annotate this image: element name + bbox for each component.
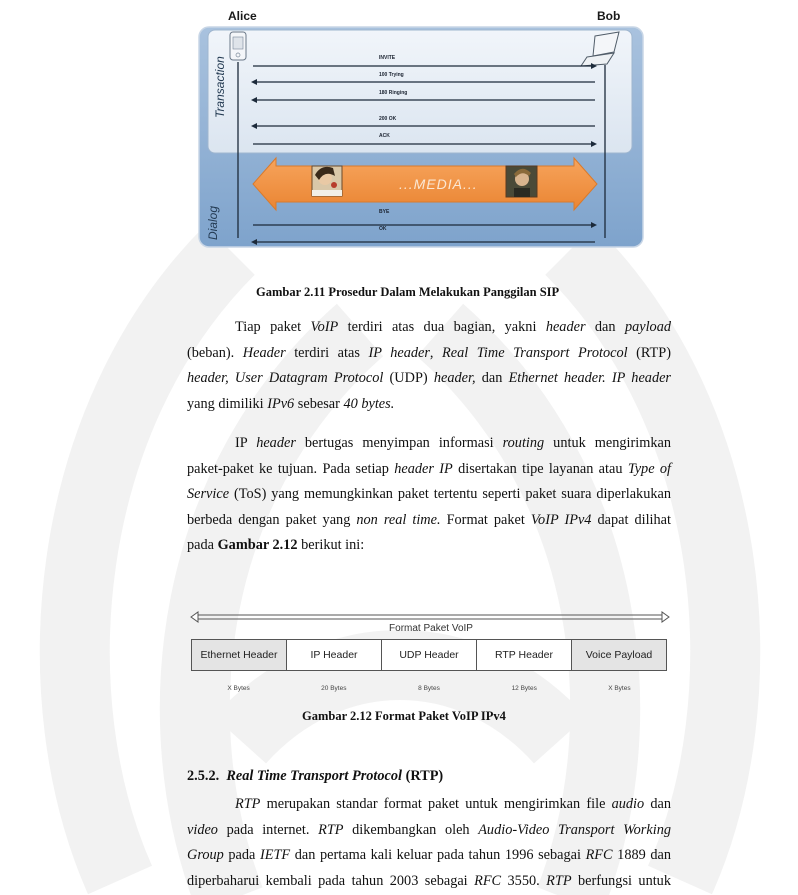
party-bob-label: Bob xyxy=(597,9,621,23)
text-line: (beban). Header terdiri atas IP header, … xyxy=(187,344,671,361)
text-line: berbeda dengan paket yang non real time.… xyxy=(187,511,671,528)
paragraph-rtp: RTP merupakan standar format paket untuk… xyxy=(187,792,671,894)
male-avatar xyxy=(505,165,538,198)
msg-ok: OK xyxy=(379,226,387,232)
media-label: ...MEDIA... xyxy=(399,176,478,192)
size-rtp-header: 12 Bytes xyxy=(511,685,537,692)
field-voice-payload: Voice Payload xyxy=(572,640,666,670)
text-line: IP header bertugas menyimpan informasi r… xyxy=(235,435,671,451)
msg-200-ok: 200 OK xyxy=(379,116,397,122)
text-line: Tiap paket VoIP terdiri atas dua bagian,… xyxy=(235,319,671,335)
size-ethernet-header: X Bytes xyxy=(227,685,250,692)
size-ip-header: 20 Bytes xyxy=(321,685,347,692)
paragraph-ip-header: IP header bertugas menyimpan informasi r… xyxy=(187,431,671,559)
sip-diagram-canvas xyxy=(198,26,644,248)
text-line: yang dimiliki IPv6 sebesar 40 bytes. xyxy=(187,395,395,412)
text-line: header, User Datagram Protocol (UDP) hea… xyxy=(187,370,671,387)
voip-packet-format-figure: Format Paket VoIP Ethernet Header IP Hea… xyxy=(190,608,672,692)
section-number: 2.5.2. xyxy=(187,768,220,784)
packet-fields-row: Ethernet Header IP Header UDP Header RTP… xyxy=(191,639,667,671)
text-line: pada Gambar 2.12 berikut ini: xyxy=(187,537,365,554)
text-line: Group pada IETF dan pertama kali keluar … xyxy=(187,847,671,864)
text-line: diperbaharui kembali pada tahun 2003 seb… xyxy=(187,872,671,889)
field-ip-header: IP Header xyxy=(287,640,382,670)
packet-length-double-arrow xyxy=(190,611,670,623)
phase-transaction-label: Transaction xyxy=(213,56,227,118)
text-line: video pada internet. RTP dikembangkan ol… xyxy=(187,821,671,838)
field-rtp-header: RTP Header xyxy=(477,640,572,670)
packet-field-sizes: X Bytes 20 Bytes 8 Bytes 12 Bytes X Byte… xyxy=(191,685,667,692)
phone-icon xyxy=(229,31,247,61)
text-line: paket-paket ke tujuan. Pada setiap heade… xyxy=(187,460,671,477)
section-title-suffix: (RTP) xyxy=(402,768,444,784)
size-udp-header: 8 Bytes xyxy=(418,685,440,692)
sip-call-flow-figure: Alice Bob Transaction Dialog INVITE 100 … xyxy=(195,0,645,262)
party-alice-label: Alice xyxy=(228,9,257,23)
size-voice-payload: X Bytes xyxy=(608,685,631,692)
paragraph-voip-packet: Tiap paket VoIP terdiri atas dua bagian,… xyxy=(187,315,671,417)
field-udp-header: UDP Header xyxy=(382,640,477,670)
figure-2-11-caption: Gambar 2.11 Prosedur Dalam Melakukan Pan… xyxy=(256,285,560,299)
packet-format-title: Format Paket VoIP xyxy=(389,623,473,634)
transaction-panel xyxy=(207,29,633,154)
msg-bye: BYE xyxy=(379,209,390,215)
figure-2-12-caption: Gambar 2.12 Format Paket VoIP IPv4 xyxy=(302,709,506,723)
phase-dialog-label: Dialog xyxy=(206,205,220,240)
field-ethernet-header: Ethernet Header xyxy=(192,640,287,670)
msg-ack: ACK xyxy=(379,133,390,139)
section-heading-rtp: 2.5.2. Real Time Transport Protocol (RTP… xyxy=(187,768,443,785)
text-line: RTP merupakan standar format paket untuk… xyxy=(235,796,671,812)
msg-invite: INVITE xyxy=(379,55,396,61)
msg-100-trying: 100 Trying xyxy=(379,72,404,78)
section-title-italic: Real Time Transport Protocol xyxy=(226,768,402,784)
msg-180-ringing: 180 Ringing xyxy=(379,90,408,96)
female-avatar xyxy=(311,165,343,197)
text-line: Service (ToS) yang memungkinkan paket te… xyxy=(187,486,671,503)
